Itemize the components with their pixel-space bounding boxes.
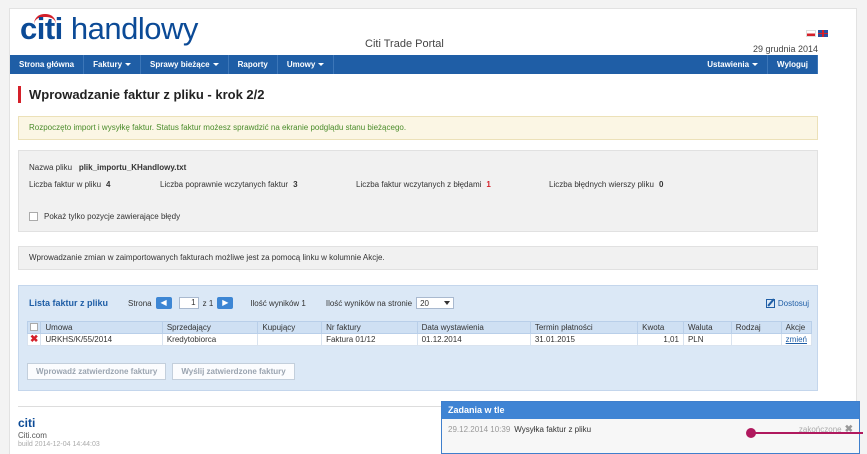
page-container: citi handlowy Citi Trade Portal 29 grudn… xyxy=(9,8,857,454)
chevron-down-icon xyxy=(444,301,451,305)
invoice-table: Umowa Sprzedający Kupujący Nr faktury Da… xyxy=(26,321,813,346)
invoice-list-header: Lista faktur z pliku Strona ◀ 1 z 1 ▶ Il… xyxy=(29,297,455,309)
send-approved-button[interactable]: Wyślij zatwierdzone faktury xyxy=(172,363,295,380)
file-name: plik_importu_KHandlowy.txt xyxy=(78,163,187,172)
main-nav: Strona główna Faktury Sprawy bieżące Rap… xyxy=(10,55,818,74)
page-input[interactable]: 1 xyxy=(178,297,199,309)
per-page-label: Ilość wyników na stronie xyxy=(325,298,413,308)
col-akcje: Akcje xyxy=(780,321,813,334)
nav-faktury[interactable]: Faktury xyxy=(84,55,142,74)
invoice-list-panel: Lista faktur z pliku Strona ◀ 1 z 1 ▶ Il… xyxy=(18,285,818,391)
per-page-select[interactable]: 20 xyxy=(416,297,455,309)
col-sprzedajacy[interactable]: Sprzedający xyxy=(161,321,259,334)
col-waluta[interactable]: Waluta xyxy=(682,321,732,334)
polish-flag-icon[interactable] xyxy=(806,30,816,37)
task-name: Wysyłka faktur z pliku xyxy=(514,425,592,434)
nav-ustawienia[interactable]: Ustawienia xyxy=(698,55,769,74)
edit-invoice-link[interactable]: zmień xyxy=(786,335,807,344)
edit-note: Wprowadzanie zmian w zaimportowanych fak… xyxy=(18,246,818,270)
nav-umowy[interactable]: Umowy xyxy=(278,55,335,74)
row-error-cell: ✖ xyxy=(26,333,42,346)
select-all-column xyxy=(26,321,42,334)
table-row: ✖ URKHS/K/55/2014 Kredytobiorca Faktura … xyxy=(26,333,813,346)
nav-raporty[interactable]: Raporty xyxy=(229,55,278,74)
nav-wyloguj[interactable]: Wyloguj xyxy=(768,55,818,74)
error-x-icon: ✖ xyxy=(30,334,39,345)
errors-only-filter[interactable]: Pokaż tylko pozycje zawierające błędy xyxy=(29,212,180,221)
background-tasks-header[interactable]: Zadania w tle xyxy=(442,402,859,419)
cell-rodzaj xyxy=(730,333,782,346)
cell-waluta: PLN xyxy=(682,333,732,346)
chevron-down-icon xyxy=(125,63,132,67)
select-all-checkbox[interactable] xyxy=(30,322,38,331)
annotation-pointer-line xyxy=(751,432,863,434)
errors-only-checkbox[interactable] xyxy=(29,212,38,221)
cell-kwota: 1,01 xyxy=(637,333,684,346)
language-flags xyxy=(806,30,828,37)
col-nr-faktury[interactable]: Nr faktury xyxy=(321,321,418,334)
citi-handlowy-logo[interactable]: citi handlowy xyxy=(20,11,198,47)
cell-sprzedajacy: Kredytobiorca xyxy=(161,333,259,346)
import-approved-button[interactable]: Wprowadź zatwierdzone faktury xyxy=(27,363,167,380)
page-title: Wprowadzanie faktur z pliku - krok 2/2 xyxy=(18,86,265,103)
chevron-down-icon xyxy=(318,63,325,67)
header: citi handlowy Citi Trade Portal 29 grudn… xyxy=(10,9,858,55)
col-termin-platnosci[interactable]: Termin płatności xyxy=(529,321,639,334)
cell-akcje: zmień xyxy=(780,333,813,346)
col-umowa[interactable]: Umowa xyxy=(40,321,163,334)
stat-errors: Liczba faktur wczytanych z błędami 1 xyxy=(356,180,491,189)
cell-termin-platnosci: 31.01.2015 xyxy=(529,333,639,346)
col-kupujacy[interactable]: Kupujący xyxy=(257,321,323,334)
annotation-pointer-dot xyxy=(746,428,756,438)
task-item: 29.12.2014 10:39 Wysyłka faktur z pliku … xyxy=(442,419,859,440)
nav-strona-glowna[interactable]: Strona główna xyxy=(10,55,85,74)
background-tasks-panel: Zadania w tle 29.12.2014 10:39 Wysyłka f… xyxy=(441,401,860,454)
col-rodzaj[interactable]: Rodzaj xyxy=(730,321,782,334)
results-count: Ilość wyników 1 xyxy=(250,298,306,308)
invoice-list-title: Lista faktur z pliku xyxy=(29,298,109,308)
stat-total: Liczba faktur w pliku 4 xyxy=(29,180,111,189)
portal-name: Citi Trade Portal xyxy=(365,38,444,50)
file-info-panel: Nazwa pliku plik_importu_KHandlowy.txt L… xyxy=(18,150,818,232)
edit-icon xyxy=(765,299,775,308)
action-buttons: Wprowadź zatwierdzone faktury Wyślij zat… xyxy=(27,363,295,380)
file-stats-row: Liczba faktur w pliku 4 Liczba poprawnie … xyxy=(29,180,809,189)
table-header-row: Umowa Sprzedający Kupujący Nr faktury Da… xyxy=(26,321,813,334)
chevron-down-icon xyxy=(212,63,219,67)
nav-sprawy-biezace[interactable]: Sprawy bieżące xyxy=(141,55,229,74)
task-time: 29.12.2014 10:39 xyxy=(448,425,511,434)
cell-kupujacy xyxy=(257,333,323,346)
cell-nr-faktury: Faktura 01/12 xyxy=(321,333,418,346)
next-page-button[interactable]: ▶ xyxy=(217,297,234,309)
cell-umowa: URKHS/K/55/2014 xyxy=(40,333,163,346)
customize-link[interactable]: Dostosuj xyxy=(765,299,809,308)
prev-page-button[interactable]: ◀ xyxy=(155,297,172,309)
page-total: z 1 xyxy=(202,298,214,308)
english-flag-icon[interactable] xyxy=(818,30,828,37)
chevron-down-icon xyxy=(752,63,759,67)
import-notice: Rozpoczęto import i wysyłkę faktur. Stat… xyxy=(18,116,818,140)
current-date: 29 grudnia 2014 xyxy=(752,44,818,54)
file-name-row: Nazwa pliku plik_importu_KHandlowy.txt xyxy=(29,163,187,172)
stat-error-rows: Liczba błędnych wierszy pliku 0 xyxy=(549,180,664,189)
cell-data-wystawienia: 01.12.2014 xyxy=(416,333,531,346)
stat-correct: Liczba poprawnie wczytanych faktur 3 xyxy=(160,180,298,189)
col-kwota[interactable]: Kwota xyxy=(637,321,684,334)
col-data-wystawienia[interactable]: Data wystawienia xyxy=(416,321,531,334)
nav-right-group: Ustawienia Wyloguj xyxy=(698,55,818,74)
